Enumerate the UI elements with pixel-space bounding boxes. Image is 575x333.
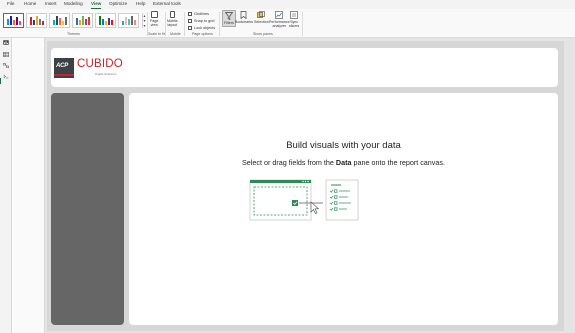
lock-objects-checkbox[interactable]: Lock objects (188, 26, 215, 30)
dax-query-icon[interactable] (3, 74, 9, 79)
bookmarks-pane-button[interactable]: Bookmarks (235, 11, 253, 24)
theme-thumbnail[interactable] (49, 13, 70, 28)
theme-thumbnail[interactable] (95, 13, 116, 28)
group-label-scale: Scale to fit (148, 32, 165, 36)
gridlines-checkbox[interactable]: Gridlines (188, 12, 209, 16)
menu-file[interactable]: File (7, 1, 14, 6)
mobile-phone-icon (169, 11, 175, 18)
table-view-icon[interactable] (3, 52, 9, 57)
performance-icon (275, 11, 284, 19)
theme-thumbnail[interactable] (3, 13, 24, 28)
group-divider (184, 12, 185, 36)
report-view-icon[interactable] (3, 40, 9, 45)
ribbon: ▴ ▾ ▾ Themes Page view Scale to fit Mobi… (0, 9, 575, 38)
empty-canvas-title: Build visuals with your data (286, 140, 401, 151)
menu-view[interactable]: View (91, 1, 101, 6)
selection-pane-button[interactable]: Selection (254, 11, 269, 24)
group-label-show-panes: Show panes (253, 32, 273, 36)
group-label-themes: Themes (67, 32, 80, 36)
slicer-panel[interactable] (51, 93, 124, 325)
group-divider (219, 12, 220, 36)
group-label-mobile: Mobile (170, 32, 181, 36)
theme-thumbnail[interactable] (72, 13, 93, 28)
group-divider (302, 12, 303, 36)
logo-badge: ACP (54, 58, 74, 78)
menu-insert[interactable]: Insert (45, 1, 57, 6)
theme-thumbnail[interactable] (26, 13, 47, 28)
mobile-layout-button[interactable]: Mobile layout (167, 11, 178, 27)
selection-icon (257, 11, 266, 18)
menu-help[interactable]: Help (136, 1, 145, 6)
menu-modeling[interactable]: Modeling (64, 1, 83, 6)
empty-canvas-subtitle: Select or drag fields from the Data pane… (242, 158, 445, 167)
expand-icon[interactable]: ▾ (143, 23, 146, 28)
menu-bar: File Home Insert Modeling View Optimize … (0, 0, 575, 9)
view-rail (0, 38, 12, 333)
menu-home[interactable]: Home (24, 1, 36, 6)
drag-fields-illustration (249, 179, 359, 221)
model-view-icon[interactable] (3, 63, 9, 68)
filters-pane[interactable] (12, 38, 45, 333)
page-view-button[interactable]: Page view (150, 11, 158, 27)
logo-tagline: Digital Solutions (95, 72, 117, 76)
filter-icon (224, 12, 233, 20)
filters-pane-button[interactable]: Filters (222, 10, 236, 27)
active-view-indicator (0, 78, 1, 84)
performance-analyzer-button[interactable]: Performance analyzer (269, 11, 290, 28)
header-card (51, 48, 558, 87)
group-label-page-options: Page options (192, 32, 213, 36)
menu-external-tools[interactable]: External tools (153, 1, 181, 6)
sync-slicers-icon (290, 11, 298, 19)
menu-optimize[interactable]: Optimize (109, 1, 127, 6)
sync-slicers-button[interactable]: Sync slicers (289, 11, 299, 28)
logo-wordmark: CUBIDO (77, 58, 123, 70)
group-divider (165, 12, 166, 36)
snap-to-grid-checkbox[interactable]: Snap to grid (188, 19, 214, 23)
theme-thumbnail[interactable] (118, 13, 139, 28)
page-view-icon (150, 11, 158, 18)
themes-scroll[interactable]: ▴ ▾ ▾ (142, 13, 146, 28)
bookmark-icon (241, 11, 247, 19)
